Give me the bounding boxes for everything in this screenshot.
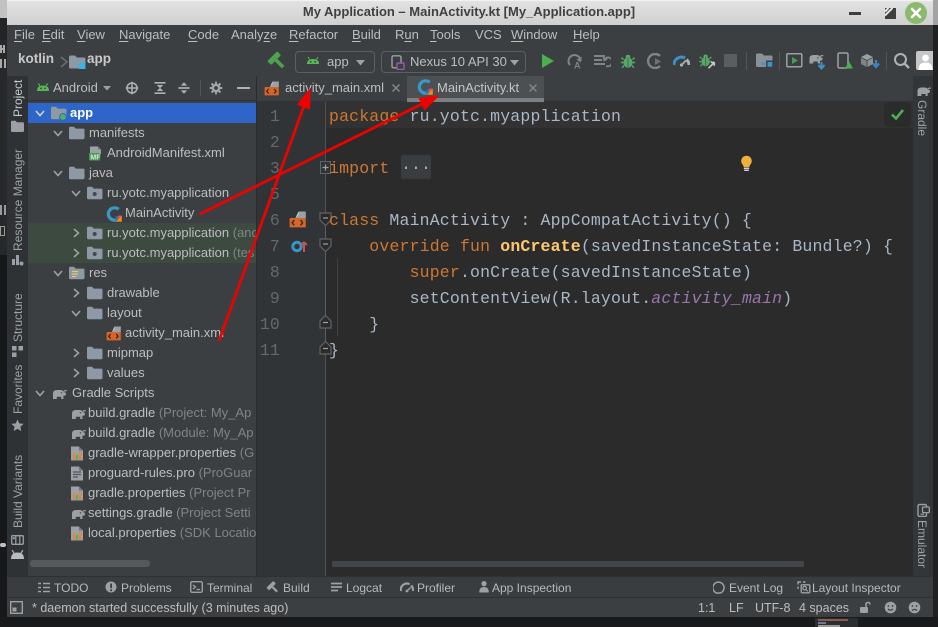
- svg-text:MF: MF: [90, 154, 101, 161]
- svg-text:A: A: [574, 61, 581, 70]
